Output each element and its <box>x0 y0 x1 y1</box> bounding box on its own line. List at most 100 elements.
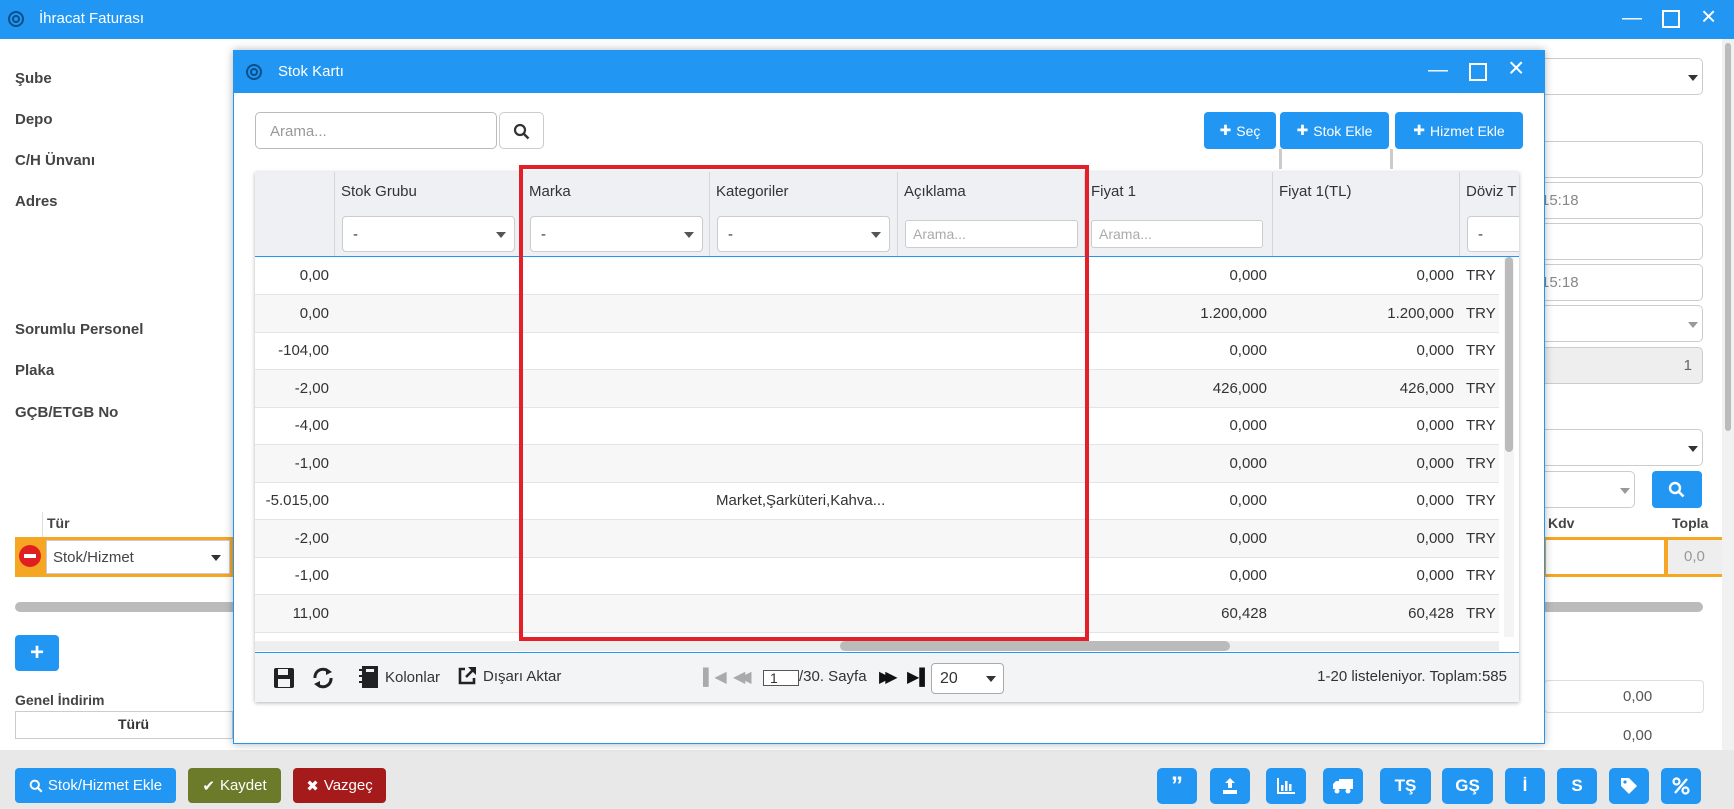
vazgec-button[interactable]: ✖ Vazgeç <box>293 768 386 803</box>
last-page-icon[interactable]: ▶▌ <box>907 667 931 687</box>
column-header-fiyat-1[interactable]: Fiyat 1 <box>1085 172 1273 212</box>
main-scrollbar-thumb[interactable] <box>1725 43 1731 431</box>
time-value-1: 15:18 <box>1541 192 1579 209</box>
kolonlar-button[interactable]: Kolonlar <box>359 665 440 689</box>
cell-fiyat-1-tl: 0,000 <box>1416 492 1454 509</box>
close-icon[interactable]: × <box>1701 3 1716 29</box>
external-link-icon <box>458 667 476 685</box>
line-row: Stok/Hizmet <box>15 537 233 577</box>
tag-button[interactable] <box>1609 768 1649 804</box>
chevron-down-icon <box>211 555 221 561</box>
plus-icon: ✚ <box>1296 122 1309 138</box>
doviz-filter[interactable]: - <box>1467 216 1519 252</box>
cell-doviz: TRY <box>1466 492 1496 509</box>
cell-fiyat-1-tl: 426,000 <box>1399 379 1454 397</box>
column-header-doviz[interactable]: Döviz T <box>1460 172 1519 212</box>
plus-icon: ✚ <box>1219 122 1232 138</box>
search-button[interactable] <box>1652 471 1702 508</box>
stok-ekle-button[interactable]: ✚ Stok Ekle <box>1280 112 1389 149</box>
label-ch-unvani: C/H Ünvanı <box>15 152 96 169</box>
ts-button[interactable]: TŞ <box>1380 768 1431 804</box>
cell-miktar: -5.015,00 <box>265 492 329 509</box>
plus-icon: ✚ <box>1413 122 1426 138</box>
chevron-down-icon <box>496 232 506 238</box>
number-value: 1 <box>1683 357 1692 374</box>
kdv-field[interactable] <box>1546 540 1664 574</box>
cell-doviz: TRY <box>1466 304 1496 322</box>
stok-hizmet-ekle-button[interactable]: Stok/Hizmet Ekle <box>15 768 176 803</box>
column-header-miktar[interactable] <box>255 172 335 212</box>
check-icon: ✔ <box>202 777 215 795</box>
search-input[interactable]: Arama... <box>255 112 497 149</box>
percent-button[interactable] <box>1661 768 1701 804</box>
cell-doviz: TRY <box>1466 529 1496 547</box>
first-page-icon[interactable]: ▌◀ <box>703 667 727 687</box>
cell-doviz: TRY <box>1466 454 1496 472</box>
page-input[interactable]: 1 <box>763 670 799 686</box>
label-genel-indirim: Genel İndirim <box>15 692 105 708</box>
close-icon[interactable]: × <box>1508 54 1524 82</box>
search-button[interactable] <box>499 112 544 149</box>
s-button[interactable]: S <box>1557 768 1597 804</box>
toplam-value: 0,0 <box>1684 548 1705 565</box>
window-title: İhracat Faturası <box>39 10 145 27</box>
chart-button[interactable] <box>1266 768 1306 804</box>
fiyat-1-filter-input[interactable]: Arama... <box>1091 220 1263 248</box>
maximize-icon[interactable] <box>1469 63 1487 81</box>
grid-vertical-scrollbar-thumb[interactable] <box>1505 257 1513 452</box>
search-icon <box>1668 481 1685 498</box>
x-icon: ✖ <box>306 777 319 795</box>
minimize-icon[interactable]: — <box>1428 60 1448 80</box>
vazgec-label: Vazgeç <box>323 777 373 794</box>
add-line-button[interactable]: + <box>15 635 59 671</box>
cell-fiyat-1-tl: 0,000 <box>1416 342 1454 359</box>
disari-aktar-button[interactable]: Dışarı Aktar <box>457 666 561 686</box>
save-icon[interactable] <box>273 667 295 689</box>
remove-row-icon[interactable] <box>19 545 41 567</box>
tur-select-value: Stok/Hizmet <box>53 549 134 566</box>
cell-fiyat-1: 60,428 <box>1221 604 1267 622</box>
next-page-icon[interactable]: ▶▶ <box>879 667 897 687</box>
columns-book-icon <box>359 666 378 688</box>
sec-label: Seç <box>1236 122 1261 139</box>
cell-fiyat-1: 0,000 <box>1229 529 1267 547</box>
grid-vertical-scrollbar[interactable] <box>1504 257 1514 637</box>
toplam-header: Topla <box>1672 515 1709 531</box>
grid-horizontal-scrollbar[interactable] <box>255 641 1499 651</box>
column-header-fiyat-1-tl[interactable]: Fiyat 1(TL) <box>1273 172 1460 212</box>
kdv-header: Kdv <box>1548 515 1575 531</box>
line-row-right: 0,0 <box>1544 537 1722 577</box>
minimize-icon[interactable]: — <box>1622 8 1642 28</box>
cell-fiyat-1: 1.200,000 <box>1200 304 1267 322</box>
prev-page-icon[interactable]: ◀◀ <box>733 667 751 687</box>
i-button[interactable]: İ <box>1505 768 1545 804</box>
sec-button[interactable]: ✚ Seç <box>1204 112 1276 149</box>
quote-button[interactable]: ” <box>1157 768 1197 804</box>
cell-fiyat-1: 0,000 <box>1229 417 1267 434</box>
highlight-box <box>519 165 1089 641</box>
stok-grubu-filter[interactable]: - <box>342 216 515 252</box>
stok-karti-dialog: Stok Kartı — × Arama... ✚ Seç ✚ Stok Ekl… <box>233 50 1545 744</box>
upload-button[interactable] <box>1210 768 1250 804</box>
column-header-stok-grubu[interactable]: Stok Grubu <box>335 172 523 212</box>
maximize-icon[interactable] <box>1662 10 1680 28</box>
gs-button[interactable]: GŞ <box>1442 768 1493 804</box>
grid-pager: Kolonlar Dışarı Aktar ▌◀ ◀◀ 1 /30. Sayfa… <box>255 653 1519 702</box>
bottom-toolbar: Stok/Hizmet Ekle ✔ Kaydet ✖ Vazgeç ” TŞ … <box>0 750 1734 809</box>
stok-ekle-label: Stok Ekle <box>1313 122 1373 139</box>
page-size-select[interactable]: 20 <box>931 663 1004 694</box>
truck-button[interactable] <box>1323 768 1363 804</box>
kaydet-button[interactable]: ✔ Kaydet <box>188 768 281 803</box>
dialog-title: Stok Kartı <box>278 63 344 80</box>
grid-horizontal-scrollbar-thumb[interactable] <box>840 641 1230 651</box>
label-adres: Adres <box>15 193 58 210</box>
toplam-field: 0,0 <box>1668 540 1722 574</box>
tur-select[interactable]: Stok/Hizmet <box>46 540 230 574</box>
kolonlar-label: Kolonlar <box>385 668 441 686</box>
refresh-icon[interactable] <box>311 666 335 690</box>
cell-miktar: 0,00 <box>299 304 329 322</box>
main-scrollbar[interactable] <box>1722 39 1734 750</box>
hizmet-ekle-label: Hizmet Ekle <box>1430 122 1505 139</box>
hizmet-ekle-button[interactable]: ✚ Hizmet Ekle <box>1395 112 1523 149</box>
cell-miktar: 11,00 <box>292 604 329 622</box>
